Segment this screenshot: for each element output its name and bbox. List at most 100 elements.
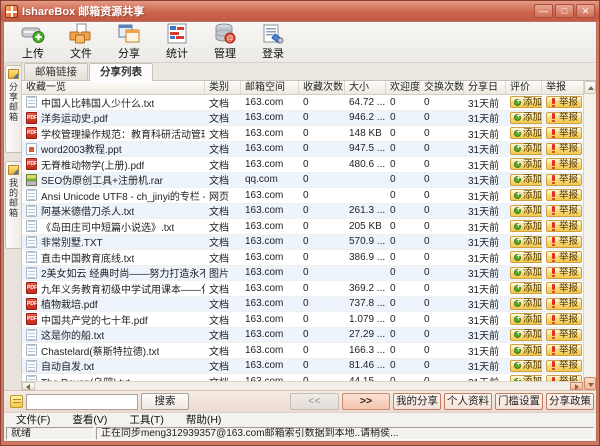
- vertical-scrollbar[interactable]: [583, 81, 596, 390]
- report-button[interactable]: 举报: [546, 127, 582, 139]
- file-button[interactable]: 文件: [60, 23, 102, 61]
- share-button[interactable]: 分享: [108, 23, 150, 61]
- report-button[interactable]: 举报: [546, 344, 582, 356]
- report-button[interactable]: 举报: [546, 189, 582, 201]
- report-button[interactable]: 举报: [546, 267, 582, 279]
- report-button[interactable]: 举报: [546, 158, 582, 170]
- add-rating-button[interactable]: 添加: [510, 251, 542, 263]
- scroll-down-icon[interactable]: [584, 377, 596, 390]
- prev-page-button[interactable]: <<: [290, 393, 339, 410]
- column-header[interactable]: 交换次数: [420, 81, 464, 94]
- column-header[interactable]: 欢迎度: [386, 81, 420, 94]
- table-row[interactable]: 洋务运动史.pdf 文档 163.com 0 946.2 ... 0 0 31天…: [22, 111, 583, 127]
- add-rating-button[interactable]: 添加: [510, 158, 542, 170]
- column-header[interactable]: 收藏一览: [22, 81, 205, 94]
- table-row[interactable]: SEO伪原创工具+注册机.rar 文档 qq.com 0 0 0 31天前 添加…: [22, 173, 583, 189]
- table-row[interactable]: 植物栽培.pdf 文档 163.com 0 737.8 ... 0 0 31天前…: [22, 297, 583, 313]
- report-button[interactable]: 举报: [546, 220, 582, 232]
- add-rating-button[interactable]: 添加: [510, 267, 542, 279]
- add-rating-button[interactable]: 添加: [510, 143, 542, 155]
- add-rating-button[interactable]: 添加: [510, 282, 542, 294]
- scroll-left-icon[interactable]: [22, 382, 35, 390]
- column-header[interactable]: 收藏次数: [299, 81, 345, 94]
- search-input[interactable]: [26, 394, 138, 410]
- column-header[interactable]: 分享日: [464, 81, 506, 94]
- my-shares-button[interactable]: 我的分享: [393, 393, 441, 410]
- scroll-up-icon[interactable]: [584, 81, 596, 94]
- maximize-button[interactable]: □: [555, 4, 574, 18]
- search-category-icon[interactable]: [10, 395, 23, 408]
- profile-button[interactable]: 个人资料: [444, 393, 492, 410]
- stats-button[interactable]: 统计: [156, 23, 198, 61]
- report-button[interactable]: 举报: [546, 174, 582, 186]
- table-row[interactable]: 《岛田庄司中短篇小说选》.txt 文档 163.com 0 205 KB 0 0…: [22, 219, 583, 235]
- menu-view[interactable]: 查看(V): [72, 412, 107, 427]
- menu-tools[interactable]: 工具(T): [129, 412, 163, 427]
- add-rating-button[interactable]: 添加: [510, 236, 542, 248]
- table-row[interactable]: 中国人比韩国人少什么.txt 文档 163.com 0 64.72 ... 0 …: [22, 95, 583, 111]
- report-button[interactable]: 举报: [546, 205, 582, 217]
- minimize-button[interactable]: —: [534, 4, 553, 18]
- add-rating-button[interactable]: 添加: [510, 189, 542, 201]
- threshold-settings-button[interactable]: 门槛设置: [495, 393, 543, 410]
- side-tab-my-mailbox[interactable]: 我的邮箱: [5, 161, 21, 249]
- add-rating-button[interactable]: 添加: [510, 329, 542, 341]
- table-row[interactable]: 无脊椎动物学(上册).pdf 文档 163.com 0 480.6 ... 0 …: [22, 157, 583, 173]
- table-row[interactable]: 非常别墅.TXT 文档 163.com 0 570.9 ... 0 0 31天前…: [22, 235, 583, 251]
- add-rating-button[interactable]: 添加: [510, 360, 542, 372]
- report-button[interactable]: 举报: [546, 251, 582, 263]
- horizontal-scroll-track[interactable]: [35, 382, 570, 390]
- report-button[interactable]: 举报: [546, 360, 582, 372]
- add-rating-button[interactable]: 添加: [510, 96, 542, 108]
- scroll-right-icon[interactable]: [570, 382, 583, 390]
- manage-button[interactable]: @ 管理: [204, 23, 246, 61]
- add-rating-button[interactable]: 添加: [510, 344, 542, 356]
- column-header[interactable]: 类别: [205, 81, 241, 94]
- report-button[interactable]: 举报: [546, 313, 582, 325]
- report-button[interactable]: 举报: [546, 112, 582, 124]
- add-rating-button[interactable]: 添加: [510, 127, 542, 139]
- horizontal-scrollbar[interactable]: [22, 381, 583, 390]
- table-row[interactable]: 直击中国教育底线.txt 文档 163.com 0 386.9 ... 0 0 …: [22, 250, 583, 266]
- report-button[interactable]: 举报: [546, 298, 582, 310]
- table-row[interactable]: 自动自发.txt 文档 163.com 0 81.46 ... 0 0 31天前…: [22, 359, 583, 375]
- close-button[interactable]: ✕: [576, 4, 595, 18]
- report-button[interactable]: 举报: [546, 143, 582, 155]
- report-button[interactable]: 举报: [546, 329, 582, 341]
- add-rating-button[interactable]: 添加: [510, 112, 542, 124]
- column-header[interactable]: 评价: [506, 81, 542, 94]
- column-header[interactable]: 大小: [345, 81, 386, 94]
- table-row[interactable]: 2美女如云 经典时尚——努力打造永不落之 ... 图片 163.com 0 0 …: [22, 266, 583, 282]
- share-policy-button[interactable]: 分享政策: [546, 393, 594, 410]
- table-row[interactable]: The Raven(乌鸦).txt 文档 163.com 0 44.15 ...…: [22, 374, 583, 381]
- upload-button[interactable]: 上传: [12, 23, 54, 61]
- next-page-button[interactable]: >>: [342, 393, 390, 410]
- search-button[interactable]: 搜索: [141, 393, 189, 410]
- table-row[interactable]: Ansi Unicode UTF8 - ch_jinyi的专栏 - 博 ... …: [22, 188, 583, 204]
- login-button[interactable]: 登录: [252, 23, 294, 61]
- table-row[interactable]: 阿基米德借刀杀人.txt 文档 163.com 0 261.3 ... 0 0 …: [22, 204, 583, 220]
- tab-mailbox-links[interactable]: 邮箱链接: [24, 63, 88, 80]
- tab-share-list[interactable]: 分享列表: [89, 63, 153, 81]
- add-rating-button[interactable]: 添加: [510, 220, 542, 232]
- column-header[interactable]: 举报: [542, 81, 587, 94]
- menu-help[interactable]: 帮助(H): [186, 412, 222, 427]
- side-tab-share-mailbox[interactable]: 分享邮箱: [5, 65, 21, 153]
- add-rating-button[interactable]: 添加: [510, 174, 542, 186]
- table-row[interactable]: 学校管理操作规范：教育科研活动管理操作 ... 文档 163.com 0 148…: [22, 126, 583, 142]
- add-rating-button[interactable]: 添加: [510, 205, 542, 217]
- add-rating-button[interactable]: 添加: [510, 298, 542, 310]
- column-header[interactable]: 邮箱空间: [241, 81, 299, 94]
- table-row[interactable]: 九年义务教育初级中学试用课本——化 学 ... 文档 163.com 0 369…: [22, 281, 583, 297]
- table-row[interactable]: word2003教程.ppt 文档 163.com 0 947.5 ... 0 …: [22, 142, 583, 158]
- table-row[interactable]: 这是你的船.txt 文档 163.com 0 27.29 ... 0 0 31天…: [22, 328, 583, 344]
- vertical-scroll-track[interactable]: [584, 94, 596, 377]
- report-button[interactable]: 举报: [546, 282, 582, 294]
- report-button[interactable]: 举报: [546, 96, 582, 108]
- report-button[interactable]: 举报: [546, 236, 582, 248]
- add-rating-button[interactable]: 添加: [510, 313, 542, 325]
- exchange-count: 0: [420, 283, 464, 294]
- table-row[interactable]: 中国共产党的七十年.pdf 文档 163.com 0 1.079 ... 0 0…: [22, 312, 583, 328]
- table-row[interactable]: Chastelard(蔡斯特拉德).txt 文档 163.com 0 166.3…: [22, 343, 583, 359]
- menu-file[interactable]: 文件(F): [16, 412, 50, 427]
